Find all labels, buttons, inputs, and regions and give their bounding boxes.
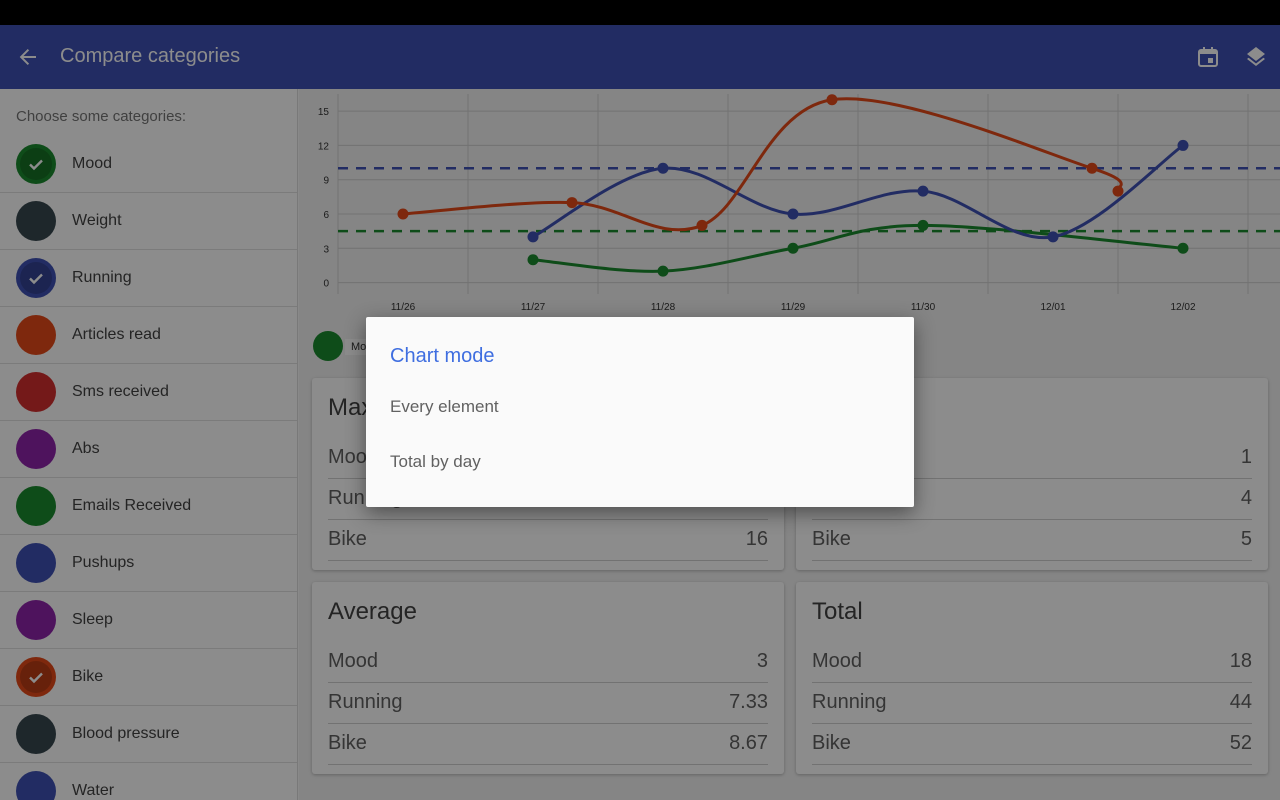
chart-mode-dialog: Chart mode Every element Total by day (366, 317, 914, 507)
dialog-title: Chart mode (390, 345, 495, 367)
option-every-element[interactable]: Every element (390, 387, 890, 427)
option-total-by-day[interactable]: Total by day (390, 442, 890, 482)
